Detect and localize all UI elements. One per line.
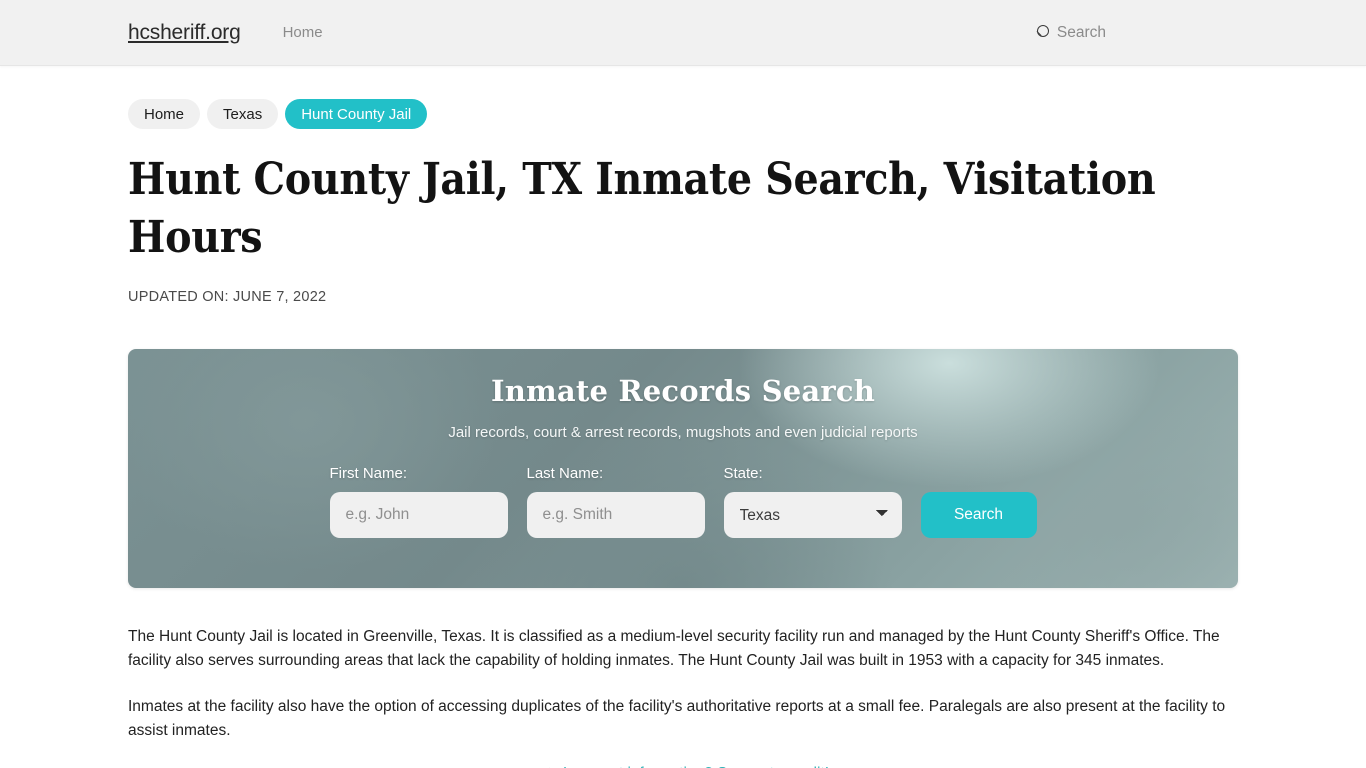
header-inner: hcsheriff.org Home Search <box>128 21 1238 45</box>
first-name-field-group: First Name: <box>329 465 508 538</box>
inmate-search-form: First Name: Last Name: State: Texas Sear… <box>329 465 1037 538</box>
last-name-field-group: Last Name: <box>526 465 705 538</box>
site-header: hcsheriff.org Home Search <box>0 0 1366 66</box>
header-search-trigger[interactable]: Search <box>1035 24 1106 42</box>
breadcrumb: Home Texas Hunt County Jail <box>128 99 1238 129</box>
state-field-group: State: Texas <box>723 465 902 538</box>
breadcrumb-item-home[interactable]: Home <box>128 99 201 129</box>
article-paragraph-1: The Hunt County Jail is located in Green… <box>128 628 1220 669</box>
nav-item-home[interactable]: Home <box>283 24 323 41</box>
breadcrumb-item-texas[interactable]: Texas <box>207 99 279 129</box>
search-icon <box>1035 25 1050 40</box>
first-name-input[interactable] <box>329 492 508 538</box>
last-name-input[interactable] <box>526 492 705 538</box>
breadcrumb-item-hunt-county-jail[interactable]: Hunt County Jail <box>285 99 428 129</box>
search-panel-title: Inmate Records Search <box>490 374 875 408</box>
last-name-label: Last Name: <box>526 465 604 482</box>
article-paragraph-2: Inmates at the facility also have the op… <box>128 698 1226 739</box>
first-name-label: First Name: <box>329 465 408 482</box>
search-submit-button[interactable]: Search <box>920 492 1037 538</box>
page-container: Home Texas Hunt County Jail Hunt County … <box>128 66 1238 768</box>
article-body: The Hunt County Jail is located in Green… <box>128 588 1238 768</box>
updated-date: UPDATED ON: JUNE 7, 2022 <box>128 289 327 305</box>
site-brand[interactable]: hcsheriff.org <box>128 21 241 45</box>
state-label: State: <box>723 465 763 482</box>
search-panel-subtitle: Jail records, court & arrest records, mu… <box>448 424 918 441</box>
page-title: Hunt County Jail, TX Inmate Search, Visi… <box>128 154 1156 263</box>
state-select[interactable]: Texas <box>723 492 902 538</box>
inmate-records-search-panel: Inmate Records Search Jail records, cour… <box>128 349 1238 588</box>
primary-nav: Home <box>283 24 323 41</box>
header-search-label: Search <box>1056 23 1106 41</box>
